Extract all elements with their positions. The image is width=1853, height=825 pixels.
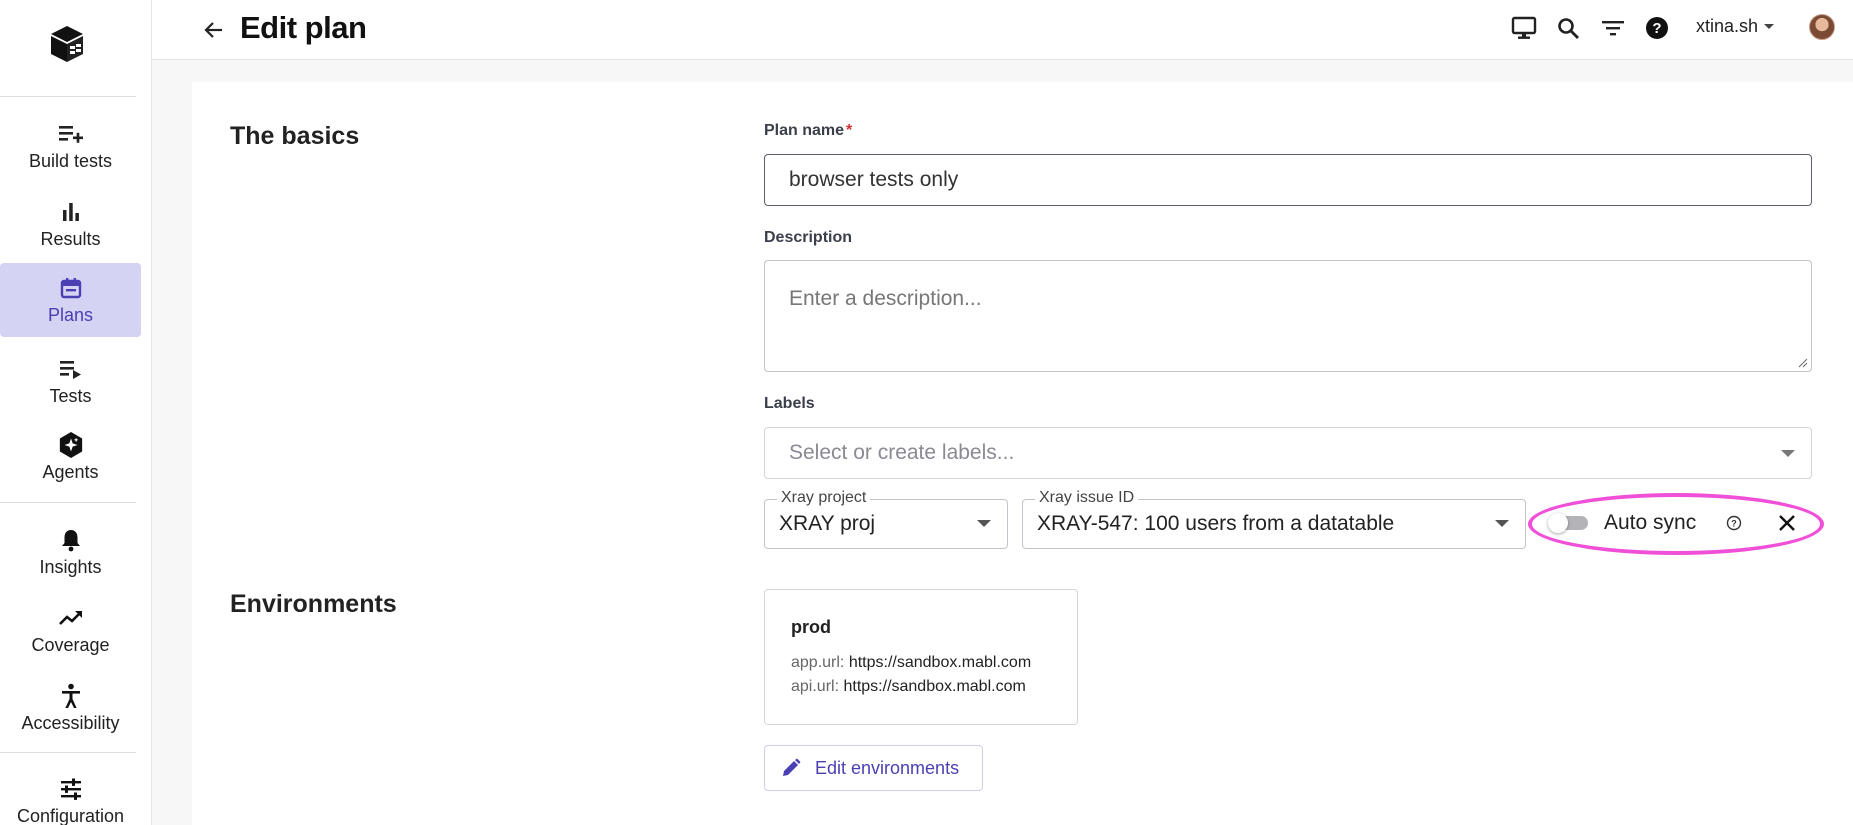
playlist-add-icon bbox=[58, 121, 84, 147]
pencil-icon bbox=[783, 758, 801, 776]
description-textarea[interactable]: Enter a description... bbox=[764, 260, 1812, 372]
toggle-thumb bbox=[1548, 513, 1568, 533]
xray-issue-select[interactable]: Xray issue ID XRAY-547: 100 users from a… bbox=[1022, 489, 1526, 549]
sidebar-item-plans[interactable]: Plans bbox=[0, 263, 141, 337]
sidebar-item-accessibility[interactable]: Accessibility bbox=[0, 671, 141, 745]
edit-environments-button[interactable]: Edit environments bbox=[764, 745, 983, 791]
tune-icon bbox=[58, 776, 84, 802]
labels-placeholder: Select or create labels... bbox=[789, 441, 1015, 464]
sidebar-item-label: Results bbox=[40, 228, 101, 249]
sidebar-item-label: Insights bbox=[39, 556, 102, 577]
sidebar-item-agents[interactable]: Agents bbox=[0, 420, 141, 494]
env-key: app.url: bbox=[791, 654, 845, 671]
search-icon[interactable] bbox=[1554, 14, 1582, 42]
chevron-down-icon bbox=[977, 520, 991, 527]
xray-project-value: XRAY proj bbox=[779, 512, 876, 535]
edit-environments-label: Edit environments bbox=[815, 757, 960, 778]
svg-text:?: ? bbox=[1731, 519, 1737, 529]
user-name: xtina.sh bbox=[1696, 16, 1759, 36]
xray-project-select[interactable]: Xray project XRAY proj bbox=[764, 489, 1008, 549]
back-arrow-icon[interactable] bbox=[200, 16, 228, 44]
sidebar-item-configuration[interactable]: Configuration bbox=[0, 764, 141, 825]
sidebar-divider bbox=[0, 752, 136, 753]
sidebar: Build tests Results Plans Tests Agents I… bbox=[0, 0, 152, 825]
edit-plan-form: The basics Plan name * browser tests only… bbox=[192, 82, 1853, 825]
description-label: Description bbox=[764, 229, 853, 246]
sidebar-item-results[interactable]: Results bbox=[0, 187, 141, 261]
chevron-down-icon bbox=[1764, 24, 1775, 29]
sidebar-item-label: Plans bbox=[47, 304, 94, 325]
auto-sync-label: Auto sync bbox=[1604, 511, 1697, 534]
user-menu[interactable]: xtina.sh bbox=[1696, 16, 1775, 37]
labels-label: Labels bbox=[764, 395, 815, 412]
plan-name-label: Plan name * bbox=[764, 122, 852, 140]
environment-card[interactable]: prod app.url: https://sandbox.mabl.com a… bbox=[764, 589, 1078, 725]
plan-name-label-text: Plan name bbox=[764, 122, 845, 139]
bar-chart-icon bbox=[58, 199, 84, 225]
sidebar-item-label: Configuration bbox=[16, 805, 125, 825]
playlist-play-icon bbox=[58, 356, 84, 382]
sidebar-item-label: Coverage bbox=[31, 634, 110, 655]
sidebar-item-label: Build tests bbox=[28, 150, 113, 171]
mabl-logo-icon[interactable] bbox=[48, 24, 86, 66]
xray-issue-label: Xray issue ID bbox=[1035, 489, 1139, 507]
svg-text:?: ? bbox=[1652, 20, 1661, 37]
auto-sync-toggle[interactable] bbox=[1548, 513, 1590, 533]
sidebar-item-label: Agents bbox=[42, 461, 99, 482]
labels-select[interactable]: Select or create labels... bbox=[764, 427, 1812, 479]
sidebar-item-label: Accessibility bbox=[21, 712, 120, 733]
chevron-down-icon bbox=[1495, 520, 1509, 527]
section-title-environments: Environments bbox=[230, 590, 397, 618]
xray-project-label: Xray project bbox=[777, 489, 871, 507]
close-icon[interactable] bbox=[1776, 512, 1798, 534]
sidebar-item-coverage[interactable]: Coverage bbox=[0, 593, 141, 667]
xray-issue-value: XRAY-547: 100 users from a datatable bbox=[1037, 512, 1395, 535]
top-header: Edit plan ? xtina.sh bbox=[152, 0, 1853, 60]
section-title-basics: The basics bbox=[230, 122, 360, 150]
help-circle-icon[interactable]: ? bbox=[1726, 515, 1742, 531]
sidebar-item-build-tests[interactable]: Build tests bbox=[0, 109, 141, 183]
sidebar-item-insights[interactable]: Insights bbox=[0, 515, 141, 589]
accessibility-icon bbox=[58, 683, 84, 709]
sidebar-item-label: Tests bbox=[49, 385, 92, 406]
plan-name-input[interactable]: browser tests only bbox=[764, 154, 1812, 206]
environment-url-row: api.url: https://sandbox.mabl.com bbox=[791, 678, 1026, 696]
environment-name: prod bbox=[791, 617, 831, 637]
page-title: Edit plan bbox=[240, 10, 367, 45]
agent-sparkle-icon bbox=[58, 431, 84, 458]
env-key: api.url: bbox=[791, 678, 840, 695]
env-value: https://sandbox.mabl.com bbox=[843, 678, 1026, 695]
env-value: https://sandbox.mabl.com bbox=[848, 654, 1032, 671]
trending-up-icon bbox=[58, 605, 84, 631]
desktop-monitor-icon[interactable] bbox=[1510, 14, 1538, 42]
description-placeholder: Enter a description... bbox=[789, 287, 982, 310]
environment-url-row: app.url: https://sandbox.mabl.com bbox=[791, 654, 1031, 672]
filter-icon[interactable] bbox=[1599, 14, 1627, 42]
required-asterisk: * bbox=[846, 122, 853, 139]
chevron-down-icon bbox=[1781, 450, 1795, 457]
calendar-icon bbox=[58, 275, 84, 301]
sidebar-divider bbox=[0, 502, 136, 503]
bell-icon bbox=[58, 527, 84, 553]
sidebar-divider bbox=[0, 96, 136, 97]
sidebar-item-tests[interactable]: Tests bbox=[0, 344, 141, 418]
avatar[interactable] bbox=[1809, 14, 1835, 40]
help-icon[interactable]: ? bbox=[1643, 14, 1671, 42]
resize-handle-icon[interactable] bbox=[1798, 358, 1808, 368]
